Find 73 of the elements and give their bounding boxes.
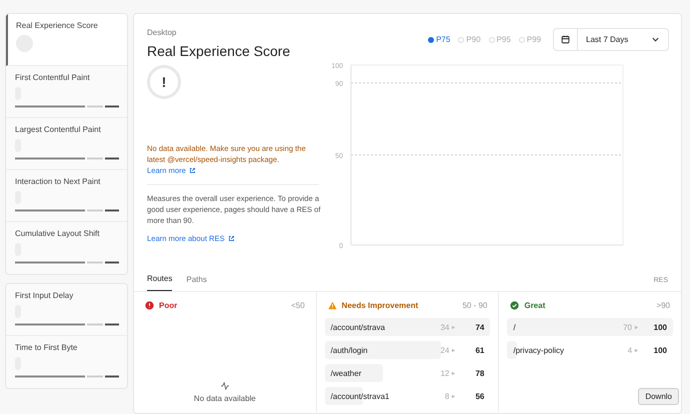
metric-label: Real Experience Score	[16, 21, 99, 30]
visit-count: 4	[628, 346, 632, 354]
visit-count: 34	[440, 322, 450, 332]
calendar-icon	[561, 35, 570, 44]
route-path: /	[513, 322, 517, 332]
metric-label: Time to First Byte	[15, 343, 78, 352]
activity-icon	[220, 382, 230, 390]
score-value: 56	[474, 392, 484, 400]
pointer-icon	[451, 348, 456, 352]
pointer-icon	[451, 394, 456, 398]
metric-item[interactable]: First Input Delay	[6, 284, 127, 336]
metric-label: Interaction to Next Paint	[15, 177, 102, 186]
route-row[interactable]: /privacy-policy 4 100	[507, 341, 674, 359]
metric-label: Cumulative Layout Shift	[15, 229, 100, 238]
route-path: /weather	[330, 368, 362, 378]
metric-item[interactable]: Interaction to Next Paint	[6, 170, 127, 222]
visit-count: 70	[623, 322, 632, 332]
pointer-icon	[634, 348, 640, 352]
check-circle-icon	[510, 301, 520, 310]
route-row[interactable]: / 70 100	[507, 318, 674, 336]
date-range-dropdown[interactable]: Last 7 Days	[553, 28, 669, 51]
chevron-down-icon	[651, 35, 660, 44]
metric-label: First Input Delay	[15, 291, 74, 300]
distribution-bar-icon	[15, 261, 119, 264]
visit-count: 12	[440, 368, 450, 378]
route-path: /privacy-policy	[513, 346, 566, 354]
tooltip: Downlo	[638, 388, 679, 405]
range-label: 50 - 90	[462, 301, 488, 310]
tab[interactable]: Paths	[186, 275, 207, 291]
score-value: 74	[474, 322, 484, 332]
route-row[interactable]: /weather 12 78	[324, 364, 490, 382]
metric-item[interactable]: Largest Contentful Paint	[6, 118, 127, 170]
range-label: <50	[291, 301, 305, 310]
external-link-icon	[228, 235, 235, 242]
visit-count: 8	[444, 392, 450, 400]
category-label: Great	[524, 301, 546, 310]
percentile-toggle[interactable]: P75	[428, 35, 450, 44]
distribution-bar-icon	[15, 375, 119, 378]
score-value: 100	[652, 346, 668, 354]
category-label: Needs Improvement	[342, 301, 418, 310]
metric-item[interactable]: Cumulative Layout Shift	[6, 222, 127, 274]
pointer-icon	[451, 324, 456, 330]
warning-icon	[328, 301, 337, 310]
score-ring: !	[147, 65, 181, 99]
category-label: Poor	[159, 301, 178, 310]
score-value: 61	[474, 346, 484, 354]
route-row[interactable]: /auth/login 24 61	[324, 341, 490, 359]
distribution-bar-icon	[15, 105, 119, 108]
route-row[interactable]: /account/strava1 8 56	[324, 387, 490, 405]
pointer-icon	[451, 370, 456, 376]
distribution-bar-icon	[15, 323, 119, 326]
error-icon	[145, 301, 154, 310]
score-value: 100	[652, 322, 668, 332]
route-path: /account/strava	[330, 322, 386, 332]
pointer-icon	[634, 324, 640, 330]
distribution-bar-icon	[15, 157, 119, 160]
external-link-icon	[188, 167, 196, 174]
metric-label: First Contentful Paint	[15, 73, 91, 82]
metric-item[interactable]: First Contentful Paint	[6, 66, 127, 118]
route-row[interactable]: /account/strava 34 74	[324, 318, 490, 336]
metric-label: Largest Contentful Paint	[15, 125, 102, 134]
score-value: 78	[474, 368, 484, 378]
visit-count: 24	[440, 346, 450, 354]
route-path: /auth/login	[330, 346, 369, 354]
empty-state-text: No data available	[194, 394, 256, 403]
distribution-bar-icon	[15, 209, 119, 212]
route-path: /account/strava1	[330, 392, 390, 400]
range-label: >90	[656, 301, 670, 310]
page-title: Real Experience Score	[147, 43, 292, 59]
tab[interactable]: Routes	[147, 274, 172, 291]
device-label: Desktop	[147, 28, 178, 37]
metric-item[interactable]: Real Experience Score	[6, 14, 127, 66]
metric-item[interactable]: Time to First Byte	[6, 336, 127, 388]
